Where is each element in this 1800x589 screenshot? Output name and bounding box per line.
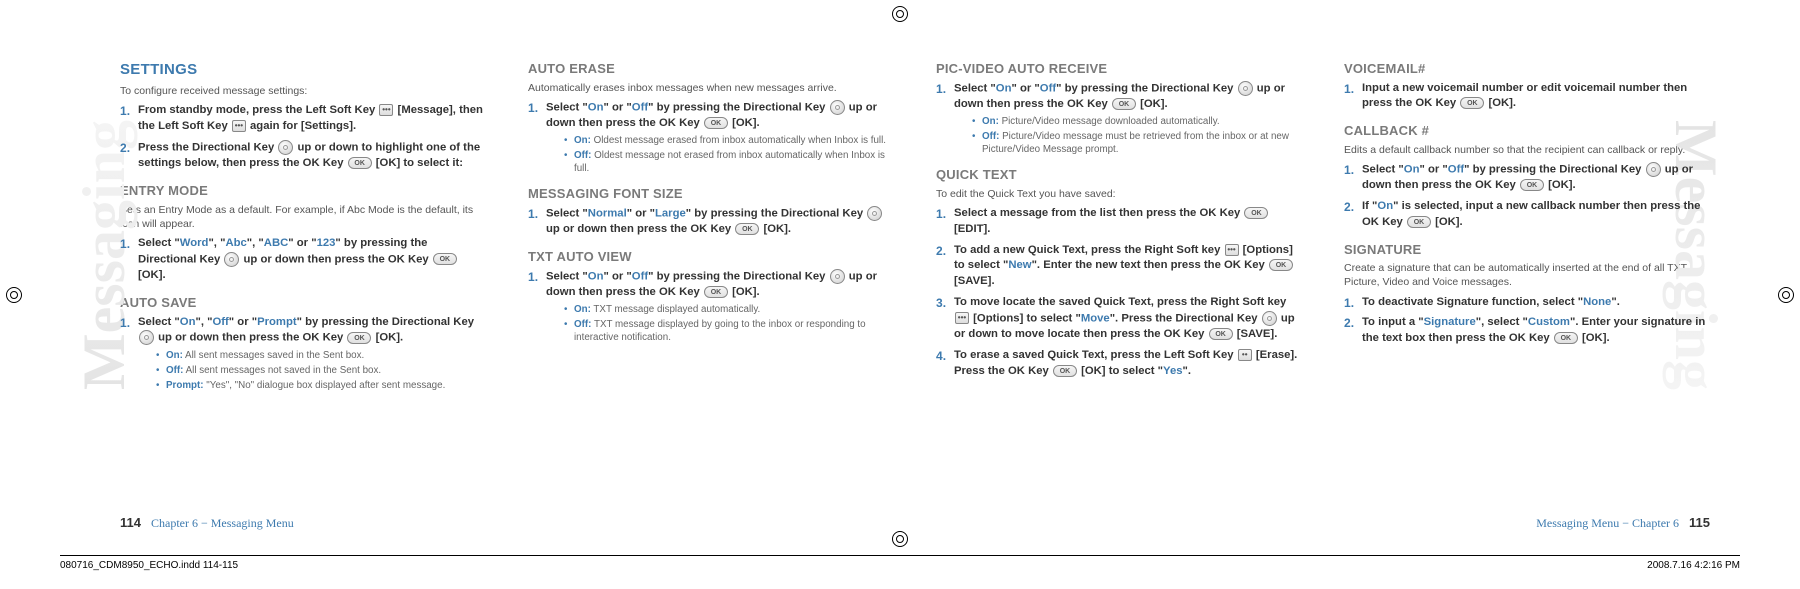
- directional-key-icon: [830, 100, 845, 115]
- right-soft-key-icon: •••: [955, 312, 969, 324]
- directional-key-icon: [1238, 81, 1253, 96]
- quicktext-step-4: To erase a saved Quick Text, press the L…: [936, 348, 1302, 380]
- ok-key-icon: OK: [1269, 259, 1293, 271]
- ok-key-icon: OK: [1460, 97, 1484, 109]
- signature-intro: Create a signature that can be automatic…: [1344, 261, 1710, 289]
- autoerase-note-off: Off: Oldest message not erased from inbo…: [564, 149, 894, 175]
- side-label-right: Messaging: [1661, 120, 1730, 390]
- ok-key-icon: OK: [1209, 328, 1233, 340]
- ok-key-icon: OK: [704, 286, 728, 298]
- heading-settings: SETTINGS: [120, 60, 486, 80]
- directional-key-icon: [1646, 162, 1661, 177]
- chapter-right: Messaging Menu − Chapter 6: [1536, 516, 1679, 530]
- right-soft-key-icon: •••: [1225, 244, 1239, 256]
- ok-key-icon: OK: [433, 253, 457, 265]
- fontsize-step-1: Select "Normal" or "Large" by pressing t…: [528, 206, 894, 238]
- quicktext-step-3: To move locate the saved Quick Text, pre…: [936, 295, 1302, 343]
- heading-auto-erase: AUTO ERASE: [528, 60, 894, 78]
- chapter-left: Chapter 6 − Messaging Menu: [151, 516, 294, 530]
- heading-quick-text: QUICK TEXT: [936, 166, 1302, 184]
- heading-voicemail: VOICEMAIL#: [1344, 60, 1710, 78]
- ok-key-icon: OK: [1053, 365, 1077, 377]
- txtautoview-step-1: Select "On" or "Off" by pressing the Dir…: [528, 269, 894, 345]
- callback-step-1: Select "On" or "Off" by pressing the Dir…: [1344, 162, 1710, 194]
- picvideo-note-on: On: Picture/Video message downloaded aut…: [972, 115, 1302, 128]
- print-meta-bar: 080716_CDM8950_ECHO.indd 114-115 2008.7.…: [60, 555, 1740, 571]
- quick-text-intro: To edit the Quick Text you have saved:: [936, 187, 1302, 201]
- page-number-right: 115: [1689, 515, 1710, 530]
- auto-erase-intro: Automatically erases inbox messages when…: [528, 81, 894, 95]
- heading-pic-video: PIC-VIDEO AUTO RECEIVE: [936, 60, 1302, 78]
- directional-key-icon: [224, 252, 239, 267]
- picvideo-step-1: Select "On" or "Off" by pressing the Dir…: [936, 81, 1302, 157]
- txtautoview-note-off: Off: TXT message displayed by going to t…: [564, 318, 894, 344]
- ok-key-icon: OK: [347, 332, 371, 344]
- heading-entry-mode: ENTRY MODE: [120, 182, 486, 200]
- signature-step-2: To input a "Signature", select "Custom".…: [1344, 315, 1710, 347]
- left-soft-key-icon: •••: [379, 104, 393, 116]
- page-footer: 114 Chapter 6 − Messaging Menu Messaging …: [120, 515, 1710, 531]
- indd-timestamp: 2008.7.16 4:2:16 PM: [1647, 560, 1740, 571]
- ok-key-icon: OK: [348, 157, 372, 169]
- signature-step-1: To deactivate Signature function, select…: [1344, 295, 1710, 311]
- autosave-note-off: Off: All sent messages not saved in the …: [156, 364, 486, 377]
- quicktext-step-1: Select a message from the list then pres…: [936, 206, 1302, 238]
- txtautoview-note-on: On: TXT message displayed automatically.: [564, 303, 894, 316]
- heading-signature: SIGNATURE: [1344, 241, 1710, 259]
- callback-intro: Edits a default callback number so that …: [1344, 143, 1710, 157]
- ok-key-icon: OK: [735, 223, 759, 235]
- column-1: SETTINGS To configure received message s…: [120, 60, 486, 490]
- registration-mark-icon: [6, 287, 22, 303]
- voicemail-step-1: Input a new voicemail number or edit voi…: [1344, 81, 1710, 113]
- autoerase-note-on: On: Oldest message erased from inbox aut…: [564, 134, 894, 147]
- directional-key-icon: [867, 206, 882, 221]
- ok-key-icon: OK: [1520, 179, 1544, 191]
- directional-key-icon: [278, 140, 293, 155]
- ok-key-icon: OK: [1407, 216, 1431, 228]
- ok-key-icon: OK: [1554, 332, 1578, 344]
- column-2: AUTO ERASE Automatically erases inbox me…: [528, 60, 894, 490]
- autosave-step-1: Select "On", "Off" or "Prompt" by pressi…: [120, 315, 486, 393]
- directional-key-icon: [1262, 311, 1277, 326]
- left-soft-key-icon: ••: [1238, 349, 1252, 361]
- autosave-note-on: On: All sent messages saved in the Sent …: [156, 349, 486, 362]
- picvideo-note-off: Off: Picture/Video message must be retri…: [972, 130, 1302, 156]
- ok-key-icon: OK: [1244, 207, 1268, 219]
- settings-intro: To configure received message settings:: [120, 84, 486, 98]
- directional-key-icon: [830, 269, 845, 284]
- registration-mark-icon: [892, 531, 908, 547]
- directional-key-icon: [139, 330, 154, 345]
- quicktext-step-2: To add a new Quick Text, press the Right…: [936, 243, 1302, 290]
- indd-filename: 080716_CDM8950_ECHO.indd 114-115: [60, 560, 238, 571]
- settings-step-1: From standby mode, press the Left Soft K…: [120, 103, 486, 135]
- left-soft-key-icon: •••: [232, 120, 246, 132]
- entry-mode-intro: Sets an Entry Mode as a default. For exa…: [120, 203, 486, 231]
- heading-auto-save: AUTO SAVE: [120, 294, 486, 312]
- callback-step-2: If "On" is selected, input a new callbac…: [1344, 199, 1710, 231]
- column-3: PIC-VIDEO AUTO RECEIVE Select "On" or "O…: [936, 60, 1302, 490]
- heading-font-size: MESSAGING FONT SIZE: [528, 185, 894, 203]
- heading-callback: CALLBACK #: [1344, 122, 1710, 140]
- registration-mark-icon: [1778, 287, 1794, 303]
- page-number-left: 114: [120, 515, 141, 530]
- heading-txt-auto-view: TXT AUTO VIEW: [528, 248, 894, 266]
- content-columns: SETTINGS To configure received message s…: [120, 60, 1710, 490]
- settings-step-2: Press the Directional Key up or down to …: [120, 140, 486, 172]
- autoerase-step-1: Select "On" or "Off" by pressing the Dir…: [528, 100, 894, 176]
- registration-mark-icon: [892, 6, 908, 22]
- ok-key-icon: OK: [704, 117, 728, 129]
- column-4: VOICEMAIL# Input a new voicemail number …: [1344, 60, 1710, 490]
- autosave-note-prompt: Prompt: "Yes", "No" dialogue box display…: [156, 379, 486, 392]
- ok-key-icon: OK: [1112, 98, 1136, 110]
- entry-step-1: Select "Word", "Abc", "ABC" or "123" by …: [120, 236, 486, 284]
